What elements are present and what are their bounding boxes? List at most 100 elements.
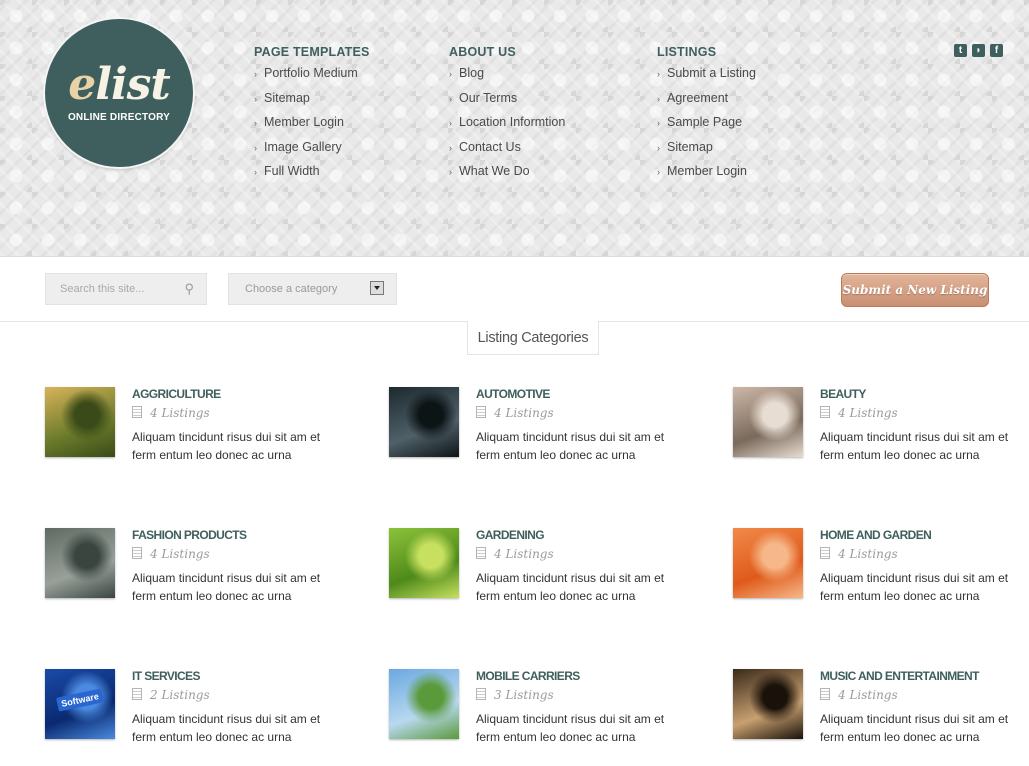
search-input[interactable] bbox=[60, 283, 180, 295]
nav-link[interactable]: › Member Login bbox=[254, 114, 370, 139]
nav-link[interactable]: › Submit a Listing bbox=[657, 65, 756, 90]
automotive-headlight-image[interactable] bbox=[389, 387, 459, 457]
rss-icon[interactable]: ◗ bbox=[972, 44, 985, 57]
listing-count: 4 Listings bbox=[132, 406, 210, 420]
social-links: t ◗ f bbox=[954, 44, 1003, 57]
chevron-right-icon: › bbox=[657, 118, 660, 128]
category-title[interactable]: GARDENING bbox=[476, 528, 545, 542]
site-logo[interactable]: elist ONLINE DIRECTORY bbox=[45, 19, 193, 167]
document-icon bbox=[820, 547, 830, 559]
nav-link[interactable]: › Member Login bbox=[657, 163, 756, 188]
chevron-right-icon: › bbox=[657, 93, 660, 104]
listing-count: 4 Listings bbox=[476, 547, 554, 561]
chevron-right-icon: › bbox=[657, 142, 660, 153]
listing-count: 4 Listings bbox=[820, 547, 898, 561]
category-card: MUSIC AND ENTERTAINMENT 4 Listings Aliquam… bbox=[733, 669, 1029, 749]
nav-link[interactable]: › Sample Page bbox=[657, 114, 756, 139]
listing-count-text: 4 Listings bbox=[838, 688, 898, 702]
nav-link[interactable]: › Portfolio Medium bbox=[254, 65, 370, 90]
category-select[interactable]: Choose a category bbox=[228, 273, 397, 305]
category-description: Aliquam tincidunt risus dui sit am et fe… bbox=[476, 430, 665, 462]
chevron-right-icon: › bbox=[254, 118, 257, 128]
nav-link[interactable]: › Full Width bbox=[254, 163, 370, 188]
category-title[interactable]: IT SERVICES bbox=[132, 669, 200, 683]
listing-count: 4 Listings bbox=[820, 406, 898, 420]
category-title[interactable]: HOME AND GARDEN bbox=[820, 528, 932, 542]
chevron-right-icon: › bbox=[449, 167, 452, 177]
nav-link[interactable]: › What We Do bbox=[449, 163, 565, 188]
chevron-right-icon: › bbox=[254, 142, 257, 153]
twitter-icon[interactable]: t bbox=[954, 44, 967, 57]
category-description: Aliquam tincidunt risus dui sit am et fe… bbox=[132, 430, 321, 462]
nav-column-listings: LISTINGS › Submit a Listing › Agreement › S… bbox=[657, 45, 756, 188]
thumb-label: Software bbox=[56, 688, 104, 712]
nav-link[interactable]: › Our Terms bbox=[449, 90, 565, 115]
agriculture-tractor-image[interactable] bbox=[45, 387, 115, 457]
category-description: Aliquam tincidunt risus dui sit am et fe… bbox=[476, 571, 665, 603]
category-title[interactable]: MUSIC AND ENTERTAINMENT bbox=[820, 669, 979, 683]
document-icon bbox=[476, 547, 486, 559]
listing-categories-tab: Listing Categories bbox=[467, 321, 599, 355]
category-card: Software IT SERVICES 2 Listings Aliquam tin… bbox=[45, 669, 375, 749]
chevron-right-icon: › bbox=[254, 93, 257, 104]
chevron-right-icon: › bbox=[449, 69, 452, 79]
category-description: Aliquam tincidunt risus dui sit am et fe… bbox=[820, 571, 1009, 603]
nav-link[interactable]: › Agreement bbox=[657, 90, 756, 115]
document-icon bbox=[132, 688, 142, 700]
category-description: Aliquam tincidunt risus dui sit am et fe… bbox=[820, 430, 1009, 462]
music-singer-image[interactable] bbox=[733, 669, 803, 739]
chevron-right-icon: › bbox=[449, 142, 452, 153]
submit-listing-button[interactable]: Submit a New Listing bbox=[841, 273, 989, 307]
chevron-right-icon: › bbox=[449, 93, 452, 104]
category-card: HOME AND GARDEN 4 Listings Aliquam tincidu… bbox=[733, 528, 1029, 608]
category-card: AUTOMOTIVE 4 Listings Aliquam tincidunt ri… bbox=[389, 387, 719, 467]
nav-link[interactable]: › Image Gallery bbox=[254, 139, 370, 164]
chevron-down-icon[interactable] bbox=[370, 281, 384, 295]
nav-heading: PAGE TEMPLATES bbox=[254, 45, 370, 59]
category-card: MOBILE CARRIERS 3 Listings Aliquam tincidu… bbox=[389, 669, 719, 749]
beauty-woman-image[interactable] bbox=[733, 387, 803, 457]
nav-link[interactable]: › Contact Us bbox=[449, 139, 565, 164]
nav-link[interactable]: › Location Informtion bbox=[449, 114, 565, 139]
category-title[interactable]: MOBILE CARRIERS bbox=[476, 669, 580, 683]
nav-link[interactable]: › Blog bbox=[449, 65, 565, 90]
document-icon bbox=[476, 688, 486, 700]
category-card: GARDENING 4 Listings Aliquam tincidunt ris… bbox=[389, 528, 719, 608]
fashion-model-image[interactable] bbox=[45, 528, 115, 598]
chevron-right-icon: › bbox=[657, 69, 660, 79]
category-title[interactable]: AGGRICULTURE bbox=[132, 387, 221, 401]
mobile-phone-image[interactable] bbox=[389, 669, 459, 739]
listing-count-text: 4 Listings bbox=[494, 547, 554, 561]
search-icon[interactable]: ⚲ bbox=[184, 281, 194, 297]
listing-count-text: 4 Listings bbox=[150, 547, 210, 561]
search-box: ⚲ bbox=[45, 273, 207, 305]
document-icon bbox=[476, 406, 486, 418]
home-chair-image[interactable] bbox=[733, 528, 803, 598]
category-card: AGGRICULTURE 4 Listings Aliquam tincidunt … bbox=[45, 387, 375, 467]
category-title[interactable]: AUTOMOTIVE bbox=[476, 387, 550, 401]
category-title[interactable]: FASHION PRODUCTS bbox=[132, 528, 247, 542]
facebook-icon[interactable]: f bbox=[990, 44, 1003, 57]
category-title[interactable]: BEAUTY bbox=[820, 387, 866, 401]
listing-count-text: 4 Listings bbox=[150, 406, 210, 420]
category-description: Aliquam tincidunt risus dui sit am et fe… bbox=[132, 571, 321, 603]
nav-link[interactable]: › Sitemap bbox=[254, 90, 370, 115]
listing-count-text: 4 Listings bbox=[838, 406, 898, 420]
category-description: Aliquam tincidunt risus dui sit am et fe… bbox=[476, 712, 665, 744]
listing-count: 4 Listings bbox=[820, 688, 898, 702]
chevron-right-icon: › bbox=[449, 118, 452, 128]
document-icon bbox=[132, 406, 142, 418]
category-description: Aliquam tincidunt risus dui sit am et fe… bbox=[820, 712, 1009, 744]
listing-count: 2 Listings bbox=[132, 688, 210, 702]
gardening-ladybug-image[interactable] bbox=[389, 528, 459, 598]
it-software-key-image[interactable]: Software bbox=[45, 669, 115, 739]
category-description: Aliquam tincidunt risus dui sit am et fe… bbox=[132, 712, 321, 744]
listing-count-text: 4 Listings bbox=[494, 406, 554, 420]
nav-link[interactable]: › Sitemap bbox=[657, 139, 756, 164]
chevron-right-icon: › bbox=[657, 167, 660, 177]
nav-heading: LISTINGS bbox=[657, 45, 717, 59]
document-icon bbox=[820, 688, 830, 700]
listing-count: 4 Listings bbox=[132, 547, 210, 561]
document-icon bbox=[132, 547, 142, 559]
nav-heading: ABOUT US bbox=[449, 45, 516, 59]
